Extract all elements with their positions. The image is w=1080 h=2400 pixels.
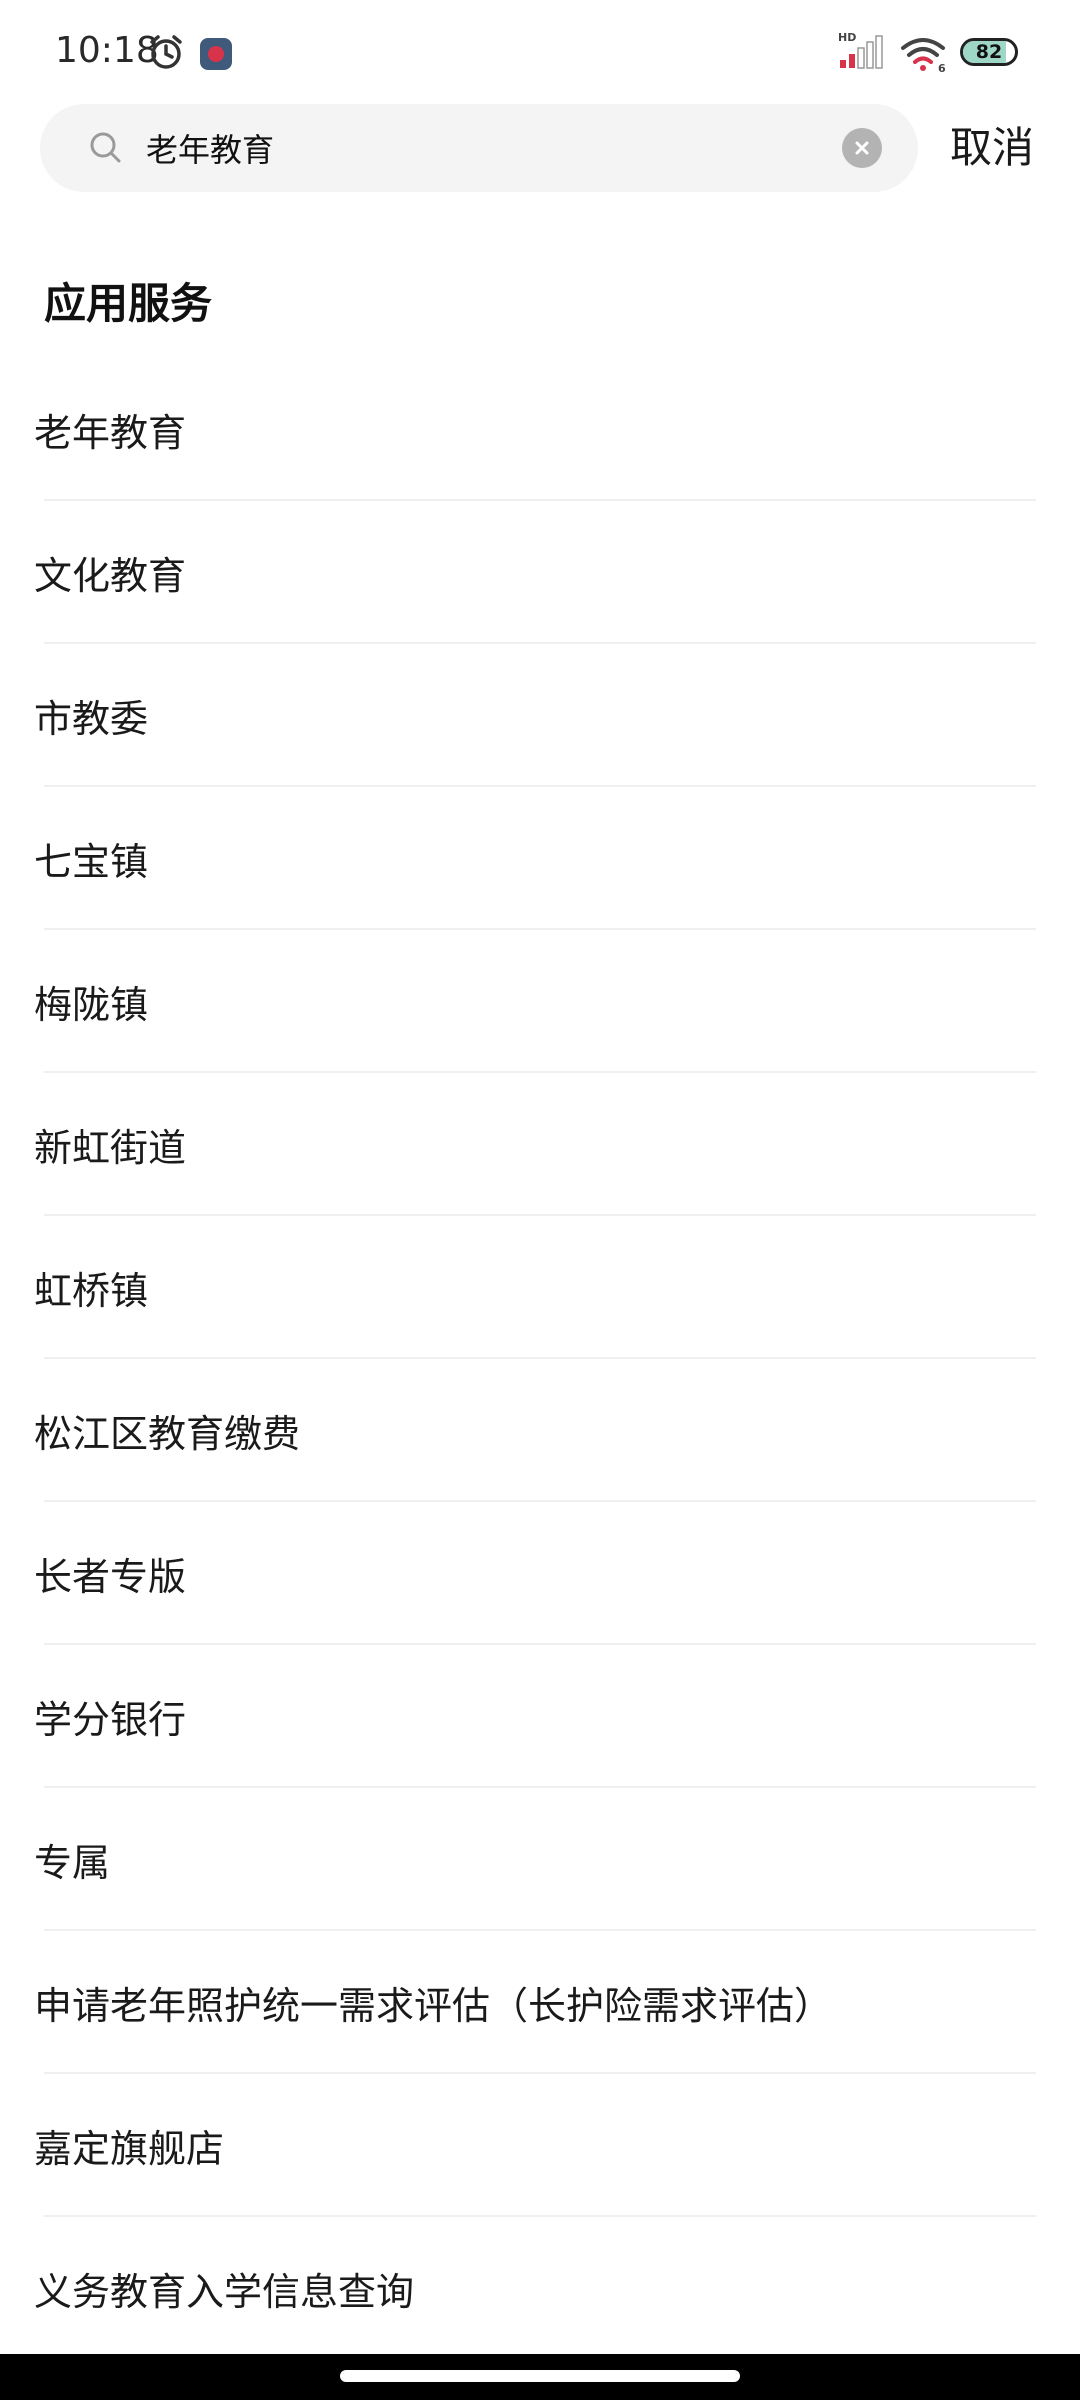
search-result-item[interactable]: 嘉定旗舰店 [0, 2074, 1080, 2217]
cellular-signal-icon: HD [838, 31, 883, 69]
battery-icon: 82 [960, 38, 1018, 66]
search-result-label: 专属 [34, 1841, 111, 1885]
app-notification-icon [200, 38, 232, 70]
search-result-label: 老年教育 [34, 411, 187, 455]
search-result-label: 义务教育入学信息查询 [34, 2270, 415, 2314]
search-result-item[interactable]: 市教委 [0, 644, 1080, 787]
search-bar[interactable] [40, 104, 918, 192]
cancel-button[interactable]: 取消 [950, 118, 1034, 178]
battery-level: 82 [975, 41, 1003, 63]
alarm-clock-icon [150, 35, 182, 69]
navigation-bar [0, 2354, 1080, 2400]
search-result-item[interactable]: 老年教育 [0, 358, 1080, 501]
search-result-item[interactable]: 新虹街道 [0, 1073, 1080, 1216]
search-icon [90, 132, 121, 163]
search-result-item[interactable]: 义务教育入学信息查询 [0, 2217, 1080, 2360]
search-result-item[interactable]: 申请老年照护统一需求评估（长护险需求评估） [0, 1931, 1080, 2074]
search-result-label: 长者专版 [34, 1555, 187, 1599]
search-result-item[interactable]: 学分银行 [0, 1645, 1080, 1788]
app-notification-dot [208, 46, 224, 62]
section-title: 应用服务 [44, 279, 213, 328]
search-result-label: 申请老年照护统一需求评估（长护险需求评估） [34, 1984, 833, 2028]
search-result-item[interactable]: 长者专版 [0, 1502, 1080, 1645]
network-type-label: HD [838, 31, 856, 44]
home-indicator[interactable] [340, 2370, 740, 2382]
search-result-item[interactable]: 梅陇镇 [0, 930, 1080, 1073]
search-result-label: 松江区教育缴费 [34, 1412, 301, 1456]
status-time: 10:18 [55, 30, 159, 71]
wifi-icon: 6 [901, 38, 946, 74]
clear-search-button[interactable] [842, 128, 882, 168]
search-results-list: 老年教育文化教育市教委七宝镇梅陇镇新虹街道虹桥镇松江区教育缴费 长者专版学分银行专… [0, 358, 1080, 2360]
search-input[interactable] [146, 118, 846, 178]
wifi-standard-label: 6 [938, 62, 946, 74]
search-result-item[interactable]: 文化教育 [0, 501, 1080, 644]
search-result-item[interactable]: 虹桥镇 [0, 1216, 1080, 1359]
search-result-label: 七宝镇 [34, 840, 149, 884]
search-result-label: 学分银行 [34, 1698, 187, 1742]
search-result-item[interactable]: 专属 [0, 1788, 1080, 1931]
search-result-label: 新虹街道 [34, 1126, 187, 1170]
search-result-label: 梅陇镇 [34, 983, 149, 1027]
status-bar: 10:18 HD 6 82 [0, 0, 1080, 100]
search-result-item[interactable]: 松江区教育缴费 [0, 1359, 1080, 1502]
search-result-label: 文化教育 [34, 554, 187, 598]
search-result-label: 嘉定旗舰店 [34, 2127, 225, 2171]
search-result-label: 市教委 [34, 697, 149, 741]
clear-icon [855, 141, 869, 155]
search-result-label: 虹桥镇 [34, 1269, 149, 1313]
search-result-item[interactable]: 七宝镇 [0, 787, 1080, 930]
